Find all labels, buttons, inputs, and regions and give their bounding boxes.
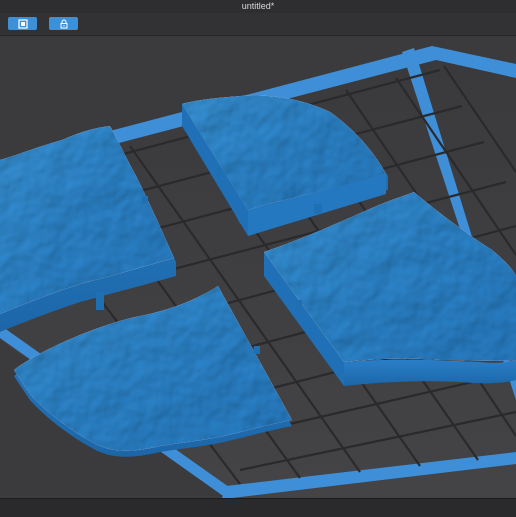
- window-title: untitled*: [241, 1, 275, 11]
- lock-button[interactable]: [49, 17, 78, 30]
- toolbar: [0, 13, 516, 36]
- lock-icon: [59, 19, 69, 29]
- view-mode-button[interactable]: [8, 17, 37, 30]
- status-bar: [0, 498, 516, 517]
- view-cube-icon: [17, 18, 28, 29]
- 3d-viewport[interactable]: [0, 36, 516, 498]
- window-titlebar: untitled*: [0, 0, 516, 14]
